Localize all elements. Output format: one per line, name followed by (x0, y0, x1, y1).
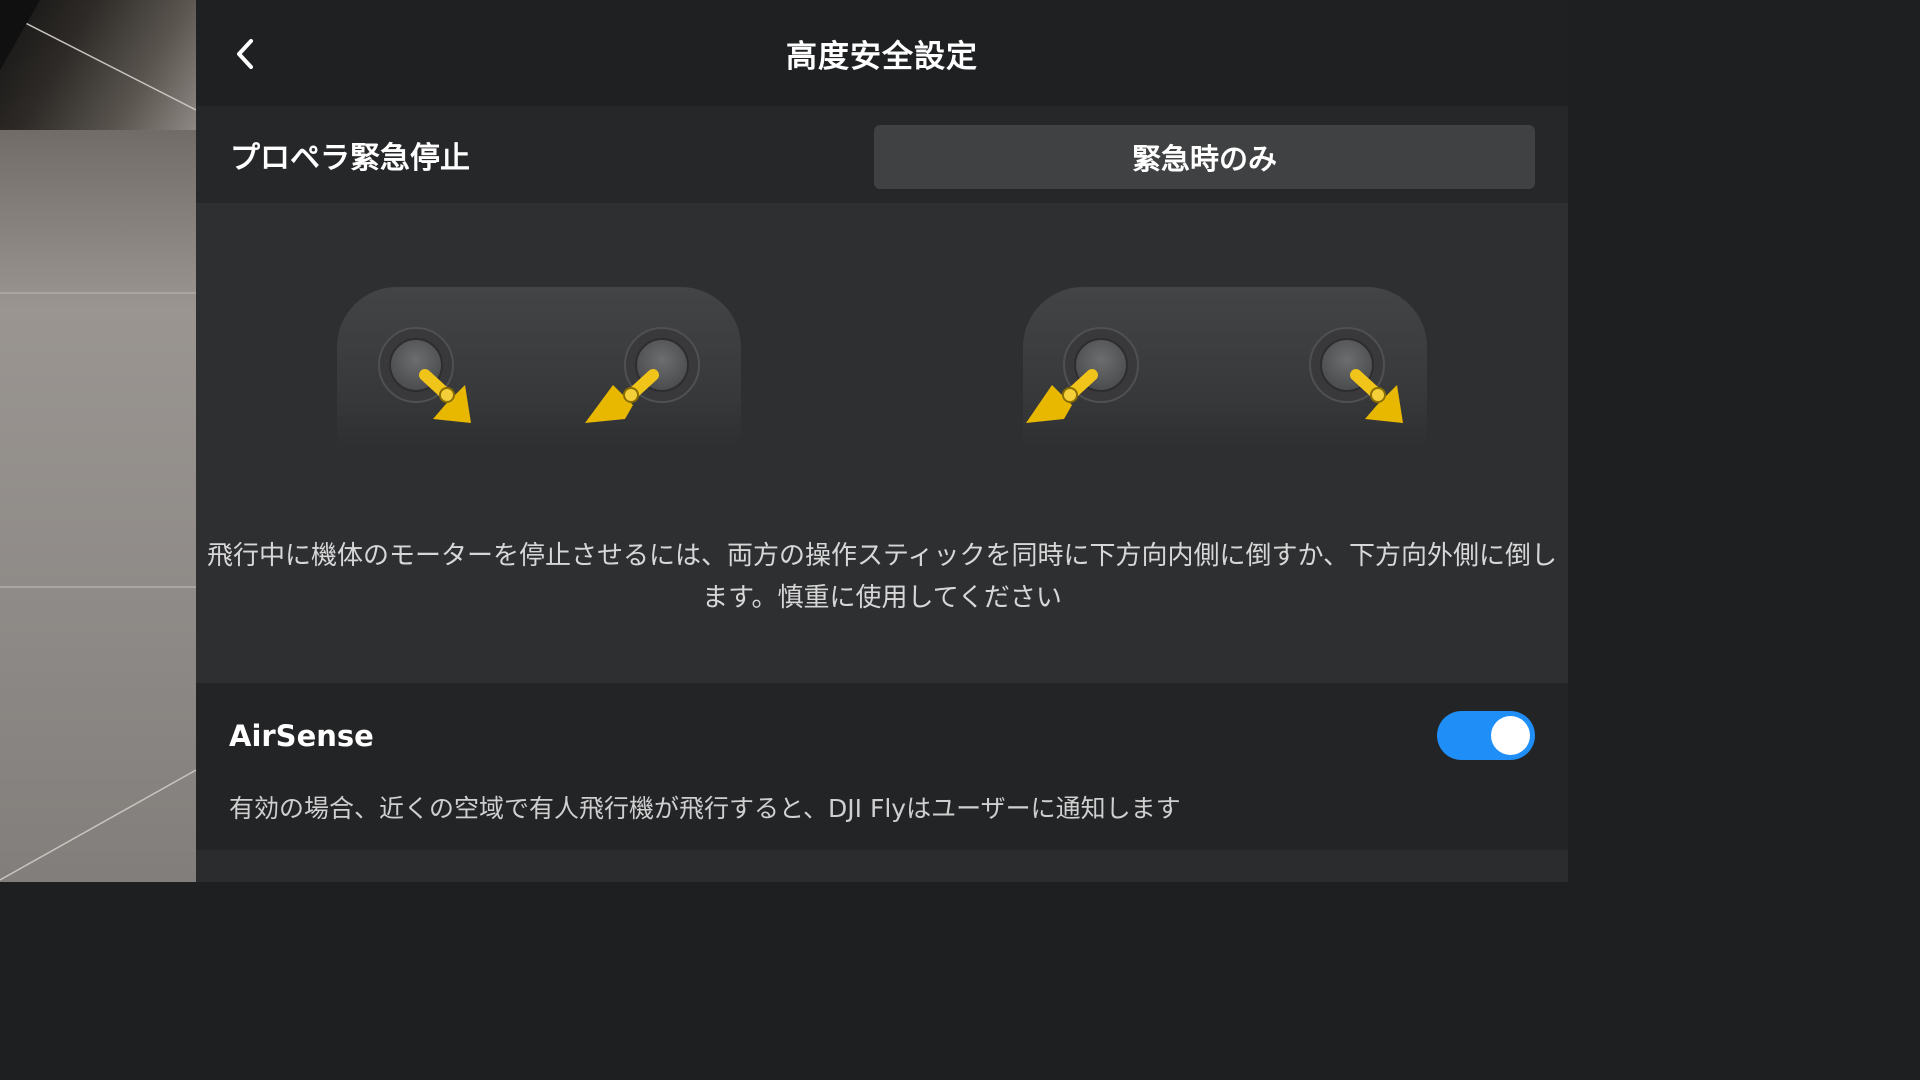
stick-inward-graphic (378, 327, 700, 423)
settings-panel: 高度安全設定 プロペラ緊急停止 緊急時のみ 飛行中に機体のモーターを停止させるに… (196, 0, 1568, 882)
background-lines (0, 0, 196, 881)
airsense-toggle[interactable] (1437, 711, 1535, 760)
propeller-stop-mode-select[interactable]: 緊急時のみ (874, 125, 1535, 189)
airsense-description: 有効の場合、近くの空域で有人飛行機が飛行すると、DJI Flyはユーザーに通知し… (229, 794, 1181, 823)
airsense-row: AirSense 有効の場合、近くの空域で有人飛行機が飛行すると、DJI Fly… (196, 683, 1568, 850)
propeller-stop-description: 飛行中に機体のモーターを停止させるには、両方の操作スティックを同時に下方向内側に… (207, 541, 1557, 613)
propeller-stop-row: プロペラ緊急停止 緊急時のみ (196, 106, 1568, 203)
chevron-left-icon (237, 39, 253, 69)
background-seam (0, 586, 196, 588)
page-title: 高度安全設定 (786, 38, 978, 75)
background-seam (0, 292, 196, 294)
back-button[interactable] (222, 30, 270, 78)
camera-background (0, 0, 196, 882)
controller-inward (337, 287, 741, 447)
toggle-knob (1491, 716, 1530, 755)
bottom-strip (196, 850, 1568, 882)
propeller-stop-label: プロペラ緊急停止 (230, 140, 470, 176)
airsense-title: AirSense (229, 719, 374, 753)
stick-outward-graphic (1026, 327, 1403, 423)
controller-outward (1023, 287, 1427, 447)
title-bar: 高度安全設定 (196, 0, 1568, 106)
